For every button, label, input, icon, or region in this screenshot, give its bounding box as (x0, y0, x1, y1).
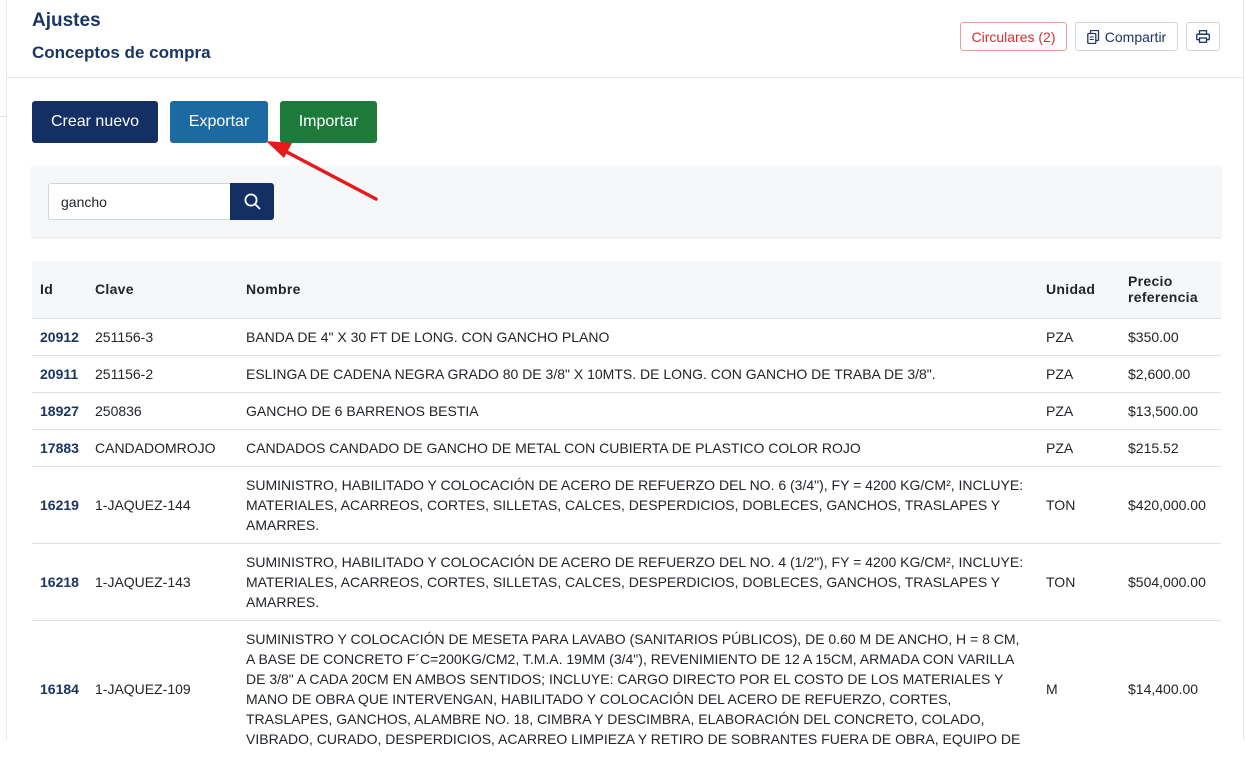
row-unidad: PZA (1038, 317, 1120, 355)
row-clave: CANDADOMROJO (87, 428, 238, 466)
content-frame: Ajustes Conceptos de compra Circulares (… (6, 0, 1244, 757)
row-precio: $215.52 (1120, 428, 1221, 466)
copy-icon (1086, 29, 1099, 44)
row-id-link[interactable]: 16184 (32, 619, 87, 757)
row-clave: 1-JAQUEZ-109 (87, 619, 238, 757)
import-label: Importar (298, 113, 359, 130)
col-precio[interactable]: Precio referencia (1120, 261, 1221, 318)
row-nombre: SUMINISTRO, HABILITADO Y COLOCACIÓN DE A… (238, 542, 1038, 620)
export-button[interactable]: Exportar (170, 101, 268, 143)
search-icon (244, 193, 260, 210)
create-new-label: Crear nuevo (50, 113, 140, 130)
row-unidad: TON (1038, 542, 1120, 620)
row-precio: $350.00 (1120, 317, 1221, 355)
table-row[interactable]: 17883 CANDADOMROJO CANDADOS CANDADO DE GAN… (32, 428, 1221, 466)
row-precio: $504,000.00 (1120, 542, 1221, 620)
share-button[interactable]: Compartir (1075, 22, 1178, 51)
table-row[interactable]: 20911 251156-2 ESLINGA DE CADENA NEGRA GRA… (32, 354, 1221, 392)
row-id-link[interactable]: 17883 (32, 428, 87, 466)
row-clave: 250836 (87, 391, 238, 429)
row-precio: $2,600.00 (1120, 354, 1221, 392)
col-id[interactable]: Id (32, 261, 87, 318)
search-panel (32, 166, 1221, 237)
row-nombre: ESLINGA DE CADENA NEGRA GRADO 80 DE 3/8"… (238, 354, 1038, 392)
row-nombre: CANDADOS CANDADO DE GANCHO DE METAL CON … (238, 428, 1038, 466)
table-row[interactable]: 16218 1-JAQUEZ-143 SUMINISTRO, HABILITADO … (32, 542, 1221, 620)
row-unidad: M (1038, 619, 1120, 757)
row-id-link[interactable]: 20912 (32, 317, 87, 355)
create-new-button[interactable]: Crear nuevo (32, 101, 158, 143)
col-clave[interactable]: Clave (87, 261, 238, 318)
table-row[interactable]: 16219 1-JAQUEZ-144 SUMINISTRO, HABILITADO … (32, 465, 1221, 543)
row-id-link[interactable]: 18927 (32, 391, 87, 429)
share-label: Compartir (1104, 28, 1167, 45)
row-precio: $14,400.00 (1120, 619, 1221, 757)
search-button[interactable] (230, 183, 274, 220)
row-nombre: SUMINISTRO, HABILITADO Y COLOCACIÓN DE A… (238, 465, 1038, 543)
import-button[interactable]: Importar (280, 101, 377, 143)
col-nombre[interactable]: Nombre (238, 261, 1038, 318)
row-nombre: GANCHO DE 6 BARRENOS BESTIA (238, 391, 1038, 429)
row-precio: $13,500.00 (1120, 391, 1221, 429)
table-header-row: Id Clave Nombre Unidad Precio referencia (32, 261, 1221, 318)
row-id-link[interactable]: 16219 (32, 465, 87, 543)
row-clave: 251156-2 (87, 354, 238, 392)
page-header: Ajustes Conceptos de compra Circulares (… (7, 0, 1243, 78)
row-precio: $420,000.00 (1120, 465, 1221, 543)
print-button[interactable] (1186, 22, 1220, 51)
search-input[interactable] (48, 183, 231, 220)
row-id-link[interactable]: 16218 (32, 542, 87, 620)
row-unidad: PZA (1038, 428, 1120, 466)
row-nombre: SUMINISTRO Y COLOCACIÓN DE MESETA PARA L… (238, 619, 1038, 757)
circulares-label: Circulares (2) (971, 28, 1056, 45)
printer-icon (1196, 30, 1210, 43)
row-nombre: BANDA DE 4" X 30 FT DE LONG. CON GANCHO … (238, 317, 1038, 355)
row-unidad: TON (1038, 465, 1120, 543)
col-unidad[interactable]: Unidad (1038, 261, 1120, 318)
page-subtitle: Conceptos de compra (32, 43, 211, 62)
row-clave: 1-JAQUEZ-143 (87, 542, 238, 620)
row-unidad: PZA (1038, 391, 1120, 429)
row-clave: 251156-3 (87, 317, 238, 355)
row-clave: 1-JAQUEZ-144 (87, 465, 238, 543)
export-label: Exportar (188, 113, 250, 130)
row-unidad: PZA (1038, 354, 1120, 392)
page-title: Ajustes (32, 10, 101, 31)
row-id-link[interactable]: 20911 (32, 354, 87, 392)
circulares-button[interactable]: Circulares (2) (960, 22, 1067, 51)
table-row[interactable]: 18927 250836 GANCHO DE 6 BARRENOS BESTIA PZ… (32, 391, 1221, 429)
concepts-table: Id Clave Nombre Unidad Precio referencia… (32, 261, 1221, 757)
table-row[interactable]: 20912 251156-3 BANDA DE 4" X 30 FT DE LONG… (32, 317, 1221, 355)
table-row[interactable]: 16184 1-JAQUEZ-109 SUMINISTRO Y COLOCACIÓN… (32, 619, 1221, 757)
